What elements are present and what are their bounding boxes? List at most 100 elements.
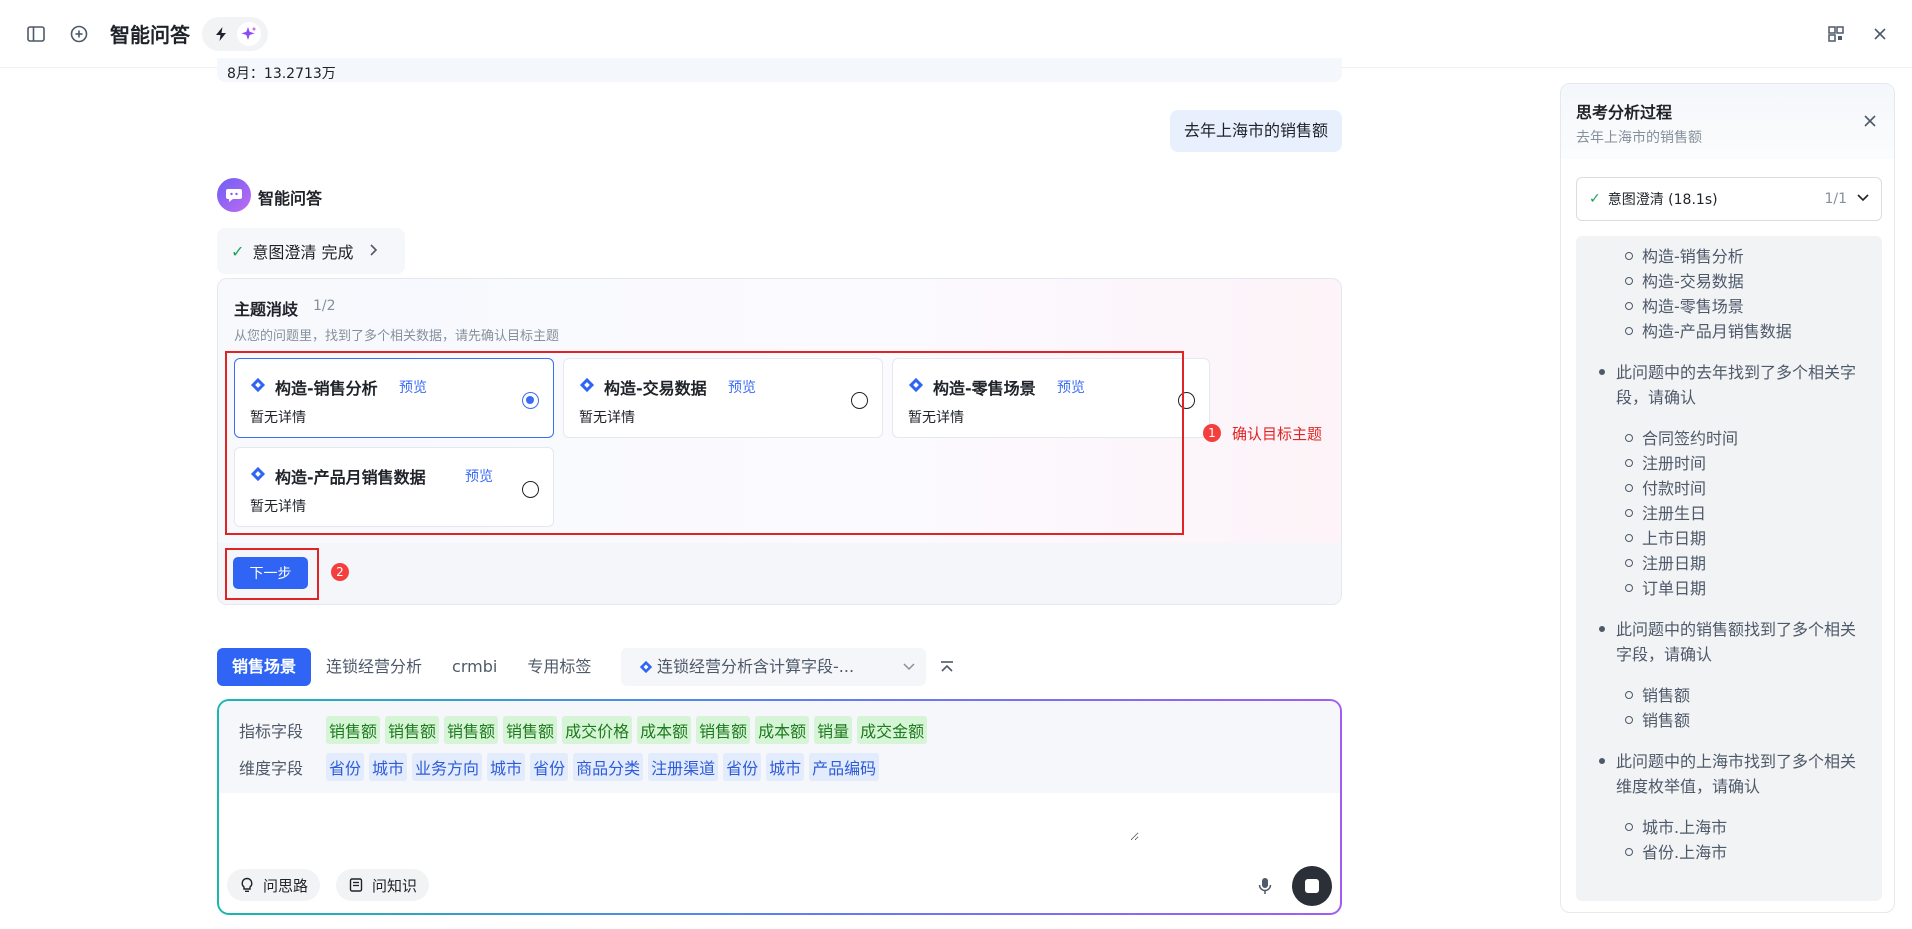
dimension-tag[interactable]: 城市 <box>369 753 408 781</box>
dimension-tag[interactable]: 城市 <box>487 753 526 781</box>
check-icon: ✓ <box>1589 191 1601 207</box>
reasoning-content: 构造-销售分析 构造-交易数据 构造-零售场景 构造-产品月销售数据 此问题中的… <box>1576 236 1882 901</box>
list-item: 订单日期 <box>1624 576 1706 601</box>
microphone-icon[interactable] <box>1254 875 1276 897</box>
chevron-down-icon <box>902 648 916 686</box>
list-item: 注册时间 <box>1624 451 1706 476</box>
metric-tag[interactable]: 成本额 <box>637 716 692 744</box>
metric-tag[interactable]: 成交金额 <box>857 716 928 744</box>
metric-field-label: 指标字段 <box>239 722 304 741</box>
metric-field-row: 指标字段 销售额 销售额 销售额 销售额 成交价格 成本额 销售额 成本额 销量… <box>239 716 932 744</box>
dimension-tag[interactable]: 城市 <box>766 753 805 781</box>
metric-tag[interactable]: 销售额 <box>696 716 751 744</box>
chevron-down-icon <box>1855 190 1871 210</box>
layout-icon[interactable] <box>1824 22 1848 46</box>
step-label: 意图澄清 (18.1s) <box>1607 192 1718 208</box>
disambiguation-title: 主题消歧 <box>234 300 299 319</box>
metric-tag[interactable]: 成本额 <box>755 716 810 744</box>
list-item: 注册日期 <box>1624 551 1706 576</box>
dimension-tag[interactable]: 业务方向 <box>412 753 483 781</box>
book-icon <box>348 877 364 893</box>
list-item: 销售额 <box>1624 708 1690 733</box>
list-item: 此问题中的去年找到了多个相关字段，请确认 <box>1599 360 1871 410</box>
ask-knowledge-button[interactable]: 问知识 <box>336 869 430 901</box>
ask-knowledge-label: 问知识 <box>372 876 418 895</box>
metric-tag[interactable]: 销量 <box>814 716 853 744</box>
ask-thinking-button[interactable]: 问思路 <box>227 869 321 901</box>
chat-input[interactable] <box>239 801 1139 841</box>
disambiguation-step-count: 1/2 <box>313 298 336 314</box>
lightbulb-icon <box>239 877 255 893</box>
intent-status-chip[interactable]: ✓ 意图澄清 完成 <box>217 228 405 274</box>
tab-chain-analysis[interactable]: 连锁经营分析 <box>311 648 437 686</box>
metric-tag[interactable]: 成交价格 <box>562 716 633 744</box>
list-item: 上市日期 <box>1624 526 1706 551</box>
next-step-button[interactable]: 下一步 <box>233 557 308 589</box>
status-label: 意图澄清 完成 <box>252 243 354 262</box>
dimension-field-row: 维度字段 省份 城市 业务方向 城市 省份 商品分类 注册渠道 省份 城市 产品… <box>239 753 884 781</box>
close-window-icon[interactable] <box>1868 22 1892 46</box>
close-panel-icon[interactable] <box>1860 111 1880 131</box>
annotation-badge: 2 <box>331 563 349 581</box>
list-item: 省份.上海市 <box>1624 840 1727 865</box>
dimension-tag[interactable]: 省份 <box>723 753 762 781</box>
sparkle-icon[interactable] <box>237 22 261 46</box>
annotation-box-topics <box>225 351 1184 535</box>
list-item: 付款时间 <box>1624 476 1706 501</box>
dimension-tag[interactable]: 商品分类 <box>573 753 644 781</box>
list-item: 构造-零售场景 <box>1625 294 1744 319</box>
topic-tabs: 销售场景 连锁经营分析 crmbi 专用标签 <box>217 648 606 686</box>
list-item: 销售额 <box>1624 683 1690 708</box>
annotation-text: 确认目标主题 <box>1232 425 1323 443</box>
thinking-panel: 思考分析过程 去年上海市的销售额 ✓ 意图澄清 (18.1s) 1/1 构造-销… <box>1560 83 1895 913</box>
previous-bot-message: 8月：13.2713万 <box>217 58 1342 82</box>
step-selector[interactable]: ✓ 意图澄清 (18.1s) 1/1 <box>1576 177 1882 221</box>
metric-tag[interactable]: 销售额 <box>326 716 381 744</box>
dataset-diamond-icon <box>639 650 653 688</box>
ask-thinking-label: 问思路 <box>263 876 309 895</box>
dimension-tag[interactable]: 产品编码 <box>809 753 880 781</box>
list-item: 构造-产品月销售数据 <box>1625 319 1792 344</box>
list-item: 此问题中的销售额找到了多个相关字段，请确认 <box>1599 617 1871 667</box>
user-message: 去年上海市的销售额 <box>1169 110 1342 152</box>
chat-input-box: 指标字段 销售额 销售额 销售额 销售额 成交价格 成本额 销售额 成本额 销量… <box>217 699 1342 915</box>
dimension-tag[interactable]: 注册渠道 <box>648 753 719 781</box>
bot-avatar <box>217 178 251 212</box>
tab-special-tags[interactable]: 专用标签 <box>512 648 606 686</box>
bot-name: 智能问答 <box>258 189 323 208</box>
mode-switch[interactable] <box>202 17 268 51</box>
list-item: 此问题中的上海市找到了多个相关维度枚举值，请确认 <box>1599 749 1871 799</box>
app-title: 智能问答 <box>110 23 190 47</box>
field-suggestions: 指标字段 销售额 销售额 销售额 销售额 成交价格 成本额 销售额 成本额 销量… <box>219 701 1340 793</box>
dimension-tag[interactable]: 省份 <box>326 753 365 781</box>
list-item: 构造-销售分析 <box>1625 244 1744 269</box>
tab-sales-scene[interactable]: 销售场景 <box>217 648 312 686</box>
dimension-field-label: 维度字段 <box>239 759 304 778</box>
topic-dropdown[interactable]: 连锁经营分析含计算字段-... <box>621 648 926 686</box>
metric-tag[interactable]: 销售额 <box>385 716 440 744</box>
tab-crmbi[interactable]: crmbi <box>437 648 512 686</box>
lightning-icon[interactable] <box>209 22 233 46</box>
panel-title: 思考分析过程 <box>1576 103 1673 122</box>
sidebar-toggle-icon[interactable] <box>24 22 48 46</box>
previous-message-text: 8月：13.2713万 <box>227 66 336 82</box>
annotation-badge: 1 <box>1203 424 1221 442</box>
dropdown-value: 连锁经营分析含计算字段-... <box>657 657 855 676</box>
disambiguation-subtitle: 从您的问题里，找到了多个相关数据，请先确认目标主题 <box>234 329 560 344</box>
chevron-right-icon <box>368 242 378 261</box>
list-item: 注册生日 <box>1624 501 1706 526</box>
step-count: 1/1 <box>1824 191 1847 207</box>
collapse-up-icon[interactable] <box>935 655 959 679</box>
check-icon: ✓ <box>231 241 245 261</box>
metric-tag[interactable]: 销售额 <box>444 716 499 744</box>
disambiguation-footer <box>218 543 1341 604</box>
new-chat-icon[interactable] <box>67 22 91 46</box>
stop-icon <box>1305 879 1319 893</box>
stop-generating-button[interactable] <box>1292 866 1332 906</box>
panel-subtitle: 去年上海市的销售额 <box>1576 130 1702 146</box>
dimension-tag[interactable]: 省份 <box>530 753 569 781</box>
thinking-panel-header: 思考分析过程 去年上海市的销售额 <box>1561 84 1894 159</box>
list-item: 构造-交易数据 <box>1625 269 1744 294</box>
metric-tag[interactable]: 销售额 <box>503 716 558 744</box>
list-item: 合同签约时间 <box>1624 426 1738 451</box>
